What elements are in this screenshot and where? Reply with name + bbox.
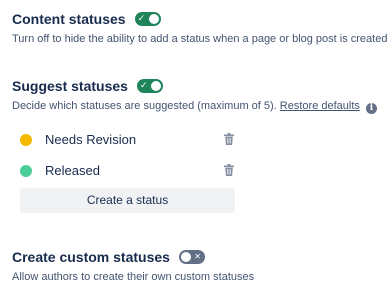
trash-icon[interactable] [224, 164, 234, 176]
status-color-dot [20, 164, 32, 177]
toggle-knob [150, 81, 161, 91]
custom-statuses-description: Allow authors to create their own custom… [12, 271, 255, 283]
create-status-button[interactable]: Create a status [20, 188, 235, 213]
status-item-released: Released [20, 155, 240, 186]
suggested-status-list: Needs Revision Released [20, 124, 240, 186]
close-icon: ✕ [194, 252, 201, 261]
custom-statuses-section: Create custom statuses ✕ Allow authors t… [12, 248, 391, 284]
content-statuses-toggle[interactable]: ✓ [134, 12, 161, 26]
suggest-statuses-toggle[interactable]: ✓ [136, 79, 163, 93]
suggest-statuses-description: Decide which statuses are suggested (max… [12, 100, 277, 112]
content-statuses-description: Turn off to hide the ability to add a st… [12, 33, 388, 45]
trash-icon[interactable] [224, 133, 234, 145]
custom-statuses-toggle[interactable]: ✕ [178, 250, 205, 264]
custom-statuses-title: Create custom statuses [12, 249, 170, 265]
toggle-knob [148, 14, 159, 24]
toggle-knob [180, 252, 191, 262]
content-statuses-title: Content statuses [12, 11, 126, 27]
status-item-needs-revision: Needs Revision [20, 124, 240, 155]
content-statuses-section: Content statuses ✓ Turn off to hide the … [12, 10, 391, 46]
check-icon: ✓ [139, 81, 148, 91]
suggest-statuses-section: Suggest statuses ✓ Decide which statuses… [12, 77, 391, 114]
check-icon: ✓ [137, 14, 146, 24]
status-label: Needs Revision [45, 132, 137, 147]
status-color-dot [20, 133, 32, 146]
status-label: Released [45, 163, 100, 178]
restore-defaults-link[interactable]: Restore defaults [280, 100, 360, 112]
suggest-statuses-description-line: Decide which statuses are suggested (max… [12, 99, 391, 114]
info-icon[interactable]: i [365, 103, 377, 114]
suggest-statuses-title: Suggest statuses [12, 78, 128, 94]
